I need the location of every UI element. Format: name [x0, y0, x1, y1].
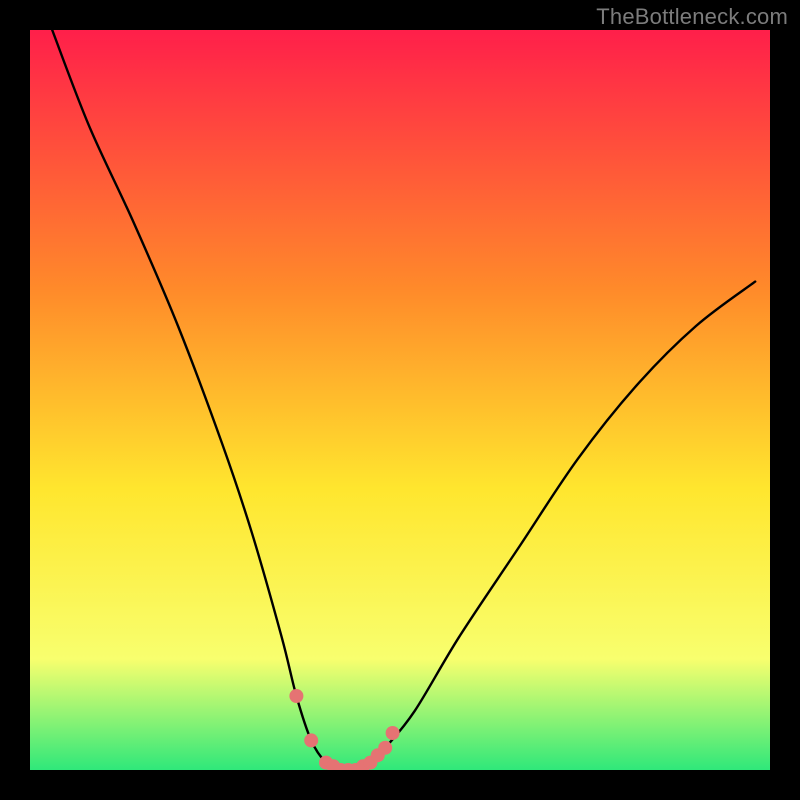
chart-frame: TheBottleneck.com	[0, 0, 800, 800]
gradient-background	[30, 30, 770, 770]
sweet-spot-point	[386, 726, 400, 740]
sweet-spot-point	[289, 689, 303, 703]
sweet-spot-point	[378, 741, 392, 755]
sweet-spot-point	[304, 733, 318, 747]
bottleneck-chart	[30, 30, 770, 770]
watermark-text: TheBottleneck.com	[596, 4, 788, 30]
